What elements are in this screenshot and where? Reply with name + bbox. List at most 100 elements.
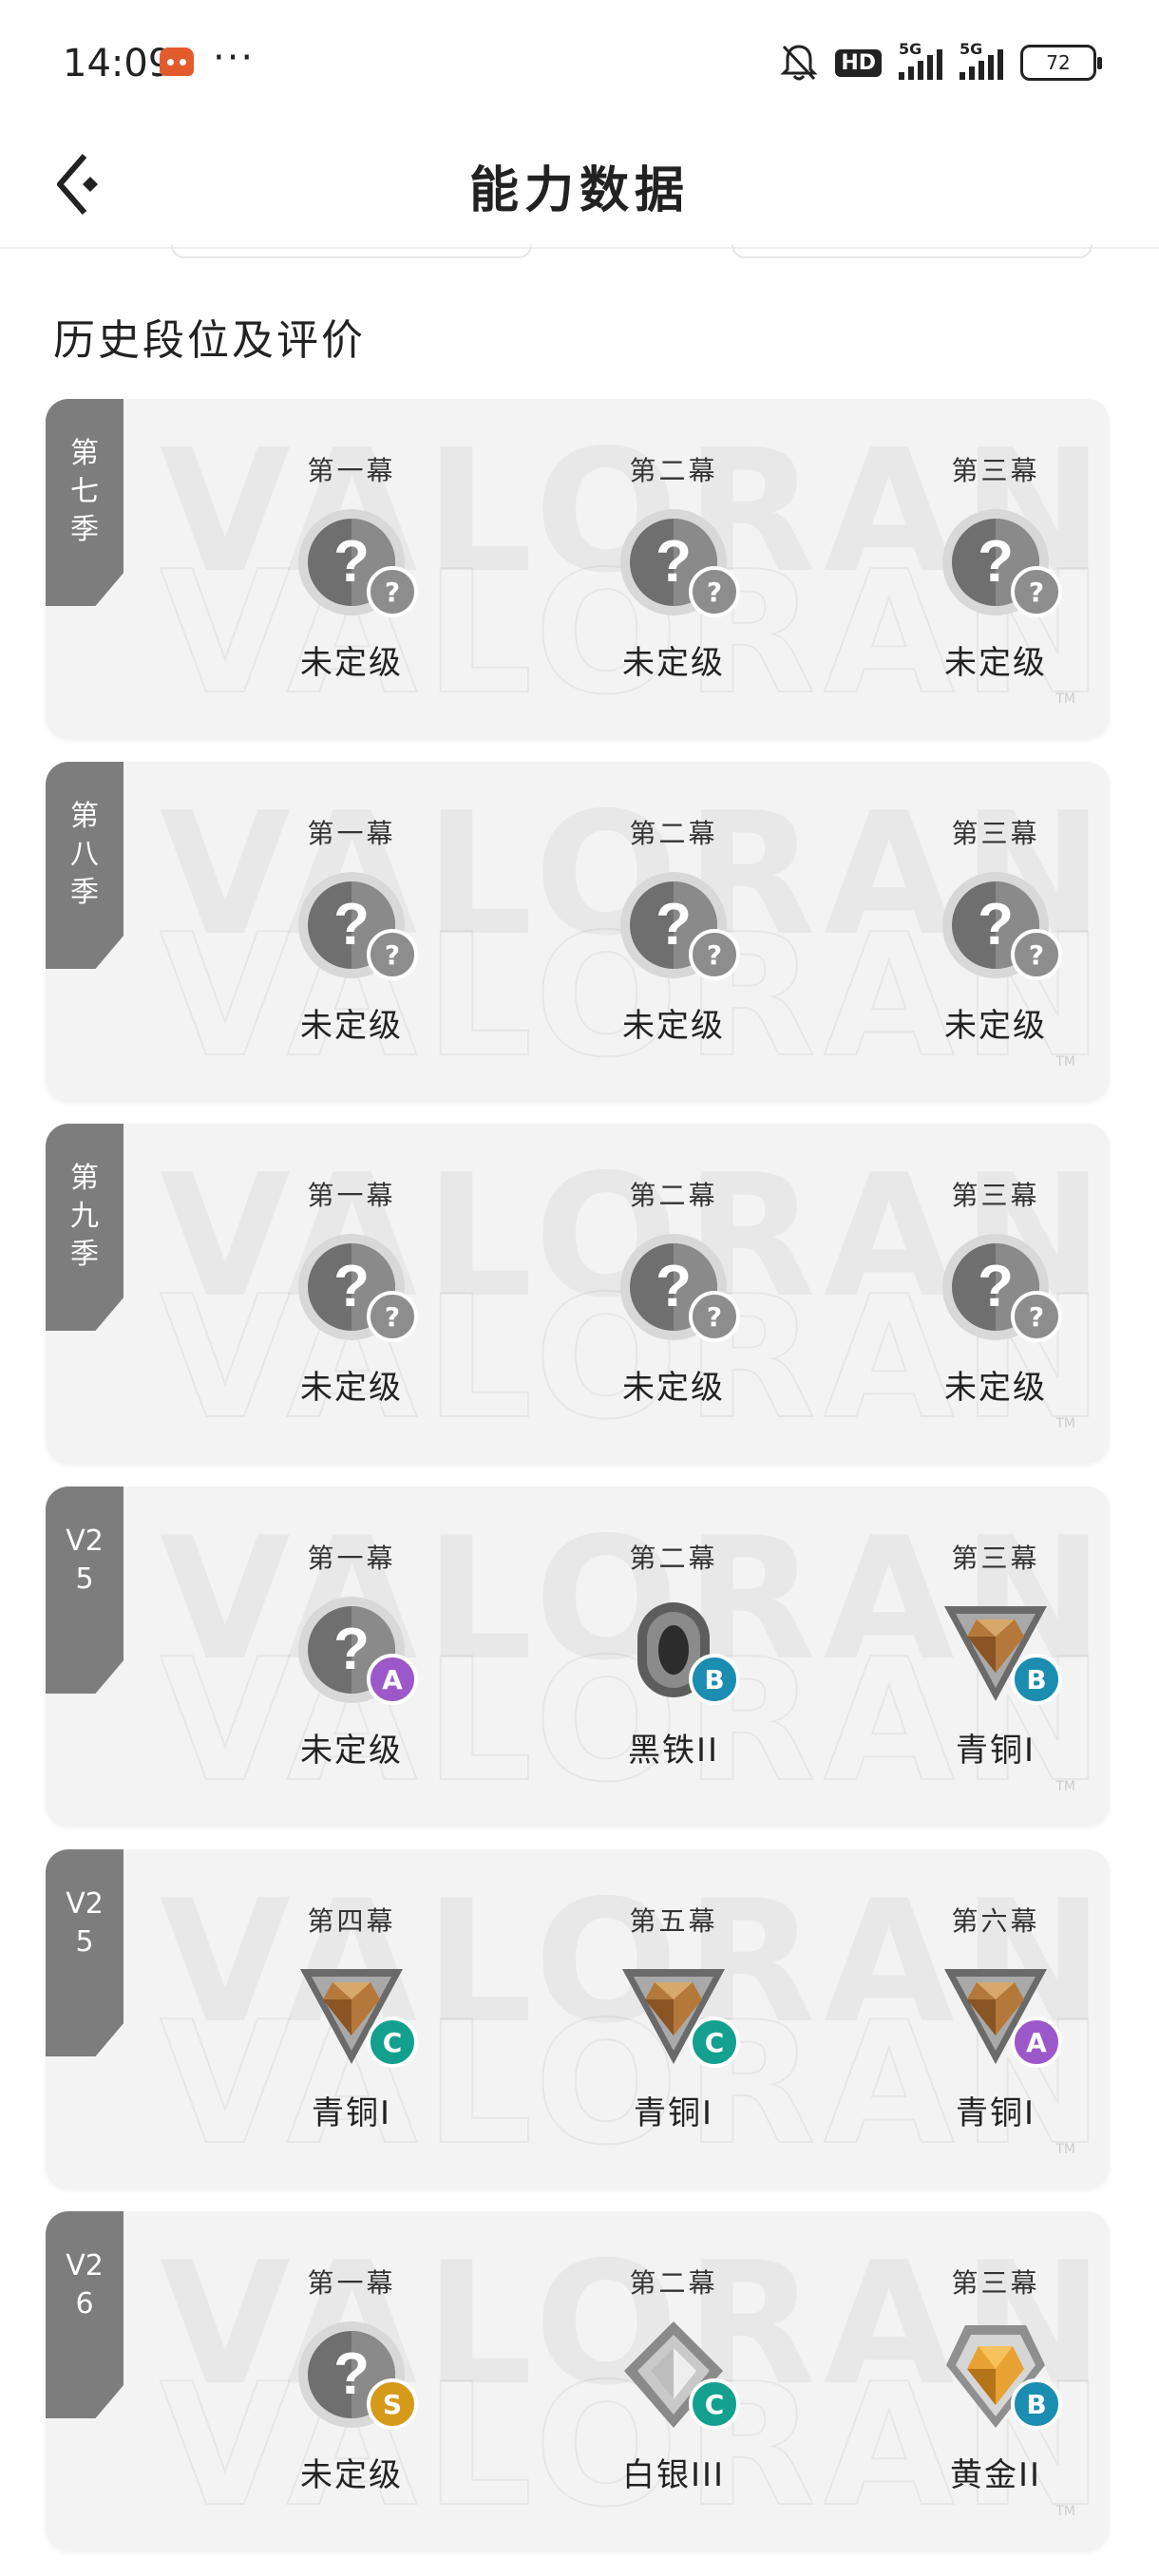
status-time: 14:09 bbox=[63, 42, 173, 85]
act-item[interactable]: 第一幕?? 未定级 bbox=[247, 813, 456, 1079]
season-card[interactable]: VALORANTVALORANTTMV25第四幕C青铜I第五幕C青铜I第六幕A青… bbox=[46, 1849, 1110, 2189]
season-card[interactable]: VALORANTVALORANTTM第九季第一幕??未定级第二幕??未定级第三幕… bbox=[46, 1124, 1110, 1464]
season-tag: V25 bbox=[46, 1487, 124, 1694]
rank-name: 未定级 bbox=[300, 644, 403, 682]
bell-off-icon bbox=[780, 45, 818, 81]
season-tag: 第九季 bbox=[46, 1124, 124, 1331]
act-label: 第二幕 bbox=[629, 818, 718, 849]
battery-icon: 72 bbox=[1020, 45, 1102, 81]
rank-name: 未定级 bbox=[944, 1007, 1047, 1045]
act-label: 第三幕 bbox=[951, 818, 1040, 849]
act-item[interactable]: 第三幕 B 青铜I bbox=[891, 1538, 1100, 1804]
grade-badge: A bbox=[367, 1654, 418, 1705]
rank-name: 青铜I bbox=[955, 2094, 1036, 2132]
rank-name: 青铜I bbox=[633, 2094, 714, 2132]
act-label: 第三幕 bbox=[951, 455, 1040, 486]
signal-icon-2: 5G bbox=[960, 40, 1003, 80]
app-header: 能力数据 bbox=[0, 123, 1159, 249]
season-tag: 第八季 bbox=[46, 762, 124, 969]
act-item[interactable]: 第六幕 A 青铜I bbox=[891, 1901, 1100, 2167]
grade-badge: C bbox=[367, 2017, 418, 2068]
act-item[interactable]: 第三幕?? 未定级 bbox=[891, 450, 1100, 716]
act-label: 第四幕 bbox=[307, 1905, 396, 1937]
act-item[interactable]: 第二幕?? 未定级 bbox=[569, 1175, 778, 1441]
grade-badge: C bbox=[689, 2378, 740, 2430]
svg-text:?: ? bbox=[333, 1254, 370, 1319]
act-item[interactable]: 第三幕?? 未定级 bbox=[891, 813, 1100, 1079]
act-label: 第一幕 bbox=[307, 455, 396, 486]
act-item[interactable]: 第一幕? S 未定级 bbox=[247, 2263, 456, 2529]
more-notifications-icon: ··· bbox=[213, 36, 256, 80]
network-label-2: 5G bbox=[960, 40, 983, 58]
act-item[interactable]: 第二幕?? 未定级 bbox=[569, 813, 778, 1079]
act-item[interactable]: 第一幕?? 未定级 bbox=[247, 450, 456, 716]
season-card[interactable]: VALORANTVALORANTTM第七季第一幕??未定级第二幕??未定级第三幕… bbox=[46, 399, 1110, 739]
svg-text:?: ? bbox=[333, 892, 370, 957]
grade-badge: ? bbox=[689, 1291, 740, 1342]
grade-badge: ? bbox=[367, 1291, 418, 1342]
rank-name: 未定级 bbox=[622, 1007, 725, 1045]
season-card[interactable]: VALORANTVALORANTTMV25第一幕?A未定级第二幕B黑铁II第三幕… bbox=[46, 1487, 1110, 1827]
grade-badge: ? bbox=[367, 566, 418, 617]
act-item[interactable]: 第二幕?? 未定级 bbox=[569, 450, 778, 716]
act-label: 第三幕 bbox=[951, 2267, 1040, 2299]
act-label: 第二幕 bbox=[629, 1180, 718, 1211]
rank-name: 未定级 bbox=[300, 1369, 403, 1407]
network-label: 5G bbox=[899, 40, 922, 58]
act-label: 第三幕 bbox=[951, 1543, 1040, 1574]
rank-name: 未定级 bbox=[944, 644, 1047, 682]
act-label: 第一幕 bbox=[307, 1180, 396, 1211]
rank-name: 未定级 bbox=[300, 2456, 403, 2494]
svg-text:?: ? bbox=[978, 529, 1014, 595]
rank-name: 黄金II bbox=[949, 2456, 1042, 2494]
act-item[interactable]: 第四幕 C 青铜I bbox=[247, 1901, 456, 2167]
season-card[interactable]: VALORANTVALORANTTM第八季第一幕??未定级第二幕??未定级第三幕… bbox=[46, 762, 1110, 1102]
act-item[interactable]: 第三幕 B 黄金II bbox=[891, 2263, 1100, 2529]
hd-badge: HD bbox=[835, 48, 882, 77]
act-item[interactable]: 第二幕 B 黑铁II bbox=[569, 1538, 778, 1804]
act-label: 第五幕 bbox=[629, 1905, 718, 1937]
season-tag-label: 第九季 bbox=[70, 1162, 99, 1271]
season-tag-label: 第七季 bbox=[70, 437, 99, 546]
svg-text:?: ? bbox=[333, 2341, 370, 2407]
act-item[interactable]: 第五幕 C 青铜I bbox=[569, 1901, 778, 2167]
act-label: 第二幕 bbox=[629, 2267, 718, 2299]
act-item[interactable]: 第一幕? A 未定级 bbox=[247, 1538, 456, 1804]
season-tag-label: V26 bbox=[66, 2249, 104, 2320]
act-label: 第二幕 bbox=[629, 1543, 718, 1574]
season-tag: V26 bbox=[46, 2211, 124, 2418]
svg-text:?: ? bbox=[333, 1617, 370, 1682]
act-label: 第二幕 bbox=[629, 455, 718, 486]
season-tag: 第七季 bbox=[46, 399, 124, 606]
svg-text:?: ? bbox=[978, 892, 1014, 957]
rank-name: 未定级 bbox=[622, 644, 725, 682]
act-item[interactable]: 第一幕?? 未定级 bbox=[247, 1175, 456, 1441]
svg-text:?: ? bbox=[978, 1254, 1014, 1319]
svg-text:?: ? bbox=[656, 529, 692, 595]
peek-item-left bbox=[171, 245, 532, 258]
grade-badge: ? bbox=[1011, 1291, 1062, 1342]
rank-name: 未定级 bbox=[300, 1007, 403, 1045]
rank-name: 未定级 bbox=[300, 1732, 403, 1770]
act-label: 第三幕 bbox=[951, 1180, 1040, 1211]
grade-badge: ? bbox=[1011, 566, 1062, 617]
season-card[interactable]: VALORANTVALORANTTMV26第一幕?S未定级第二幕C白银III第三… bbox=[46, 2211, 1110, 2551]
rank-name: 青铜I bbox=[311, 2094, 392, 2132]
season-tag-label: V25 bbox=[66, 1525, 104, 1596]
act-label: 第六幕 bbox=[951, 1905, 1040, 1937]
act-label: 第一幕 bbox=[307, 2267, 396, 2299]
act-item[interactable]: 第三幕?? 未定级 bbox=[891, 1175, 1100, 1441]
status-bar: 14:09 ··· HD 5G 5G 72 bbox=[0, 0, 1159, 123]
grade-badge: B bbox=[1011, 1654, 1062, 1705]
act-item[interactable]: 第二幕 C 白银III bbox=[569, 2263, 778, 2529]
grade-badge: S bbox=[367, 2378, 418, 2430]
peek-item-right bbox=[732, 245, 1092, 258]
status-indicators: HD 5G 5G 72 bbox=[780, 40, 1102, 85]
app-notification-icon bbox=[160, 47, 194, 76]
grade-badge: C bbox=[689, 2017, 740, 2068]
act-label: 第一幕 bbox=[307, 818, 396, 849]
grade-badge: A bbox=[1011, 2017, 1062, 2068]
grade-badge: ? bbox=[689, 929, 740, 980]
season-tag-label: V25 bbox=[66, 1887, 104, 1959]
rank-name: 未定级 bbox=[622, 1369, 725, 1407]
